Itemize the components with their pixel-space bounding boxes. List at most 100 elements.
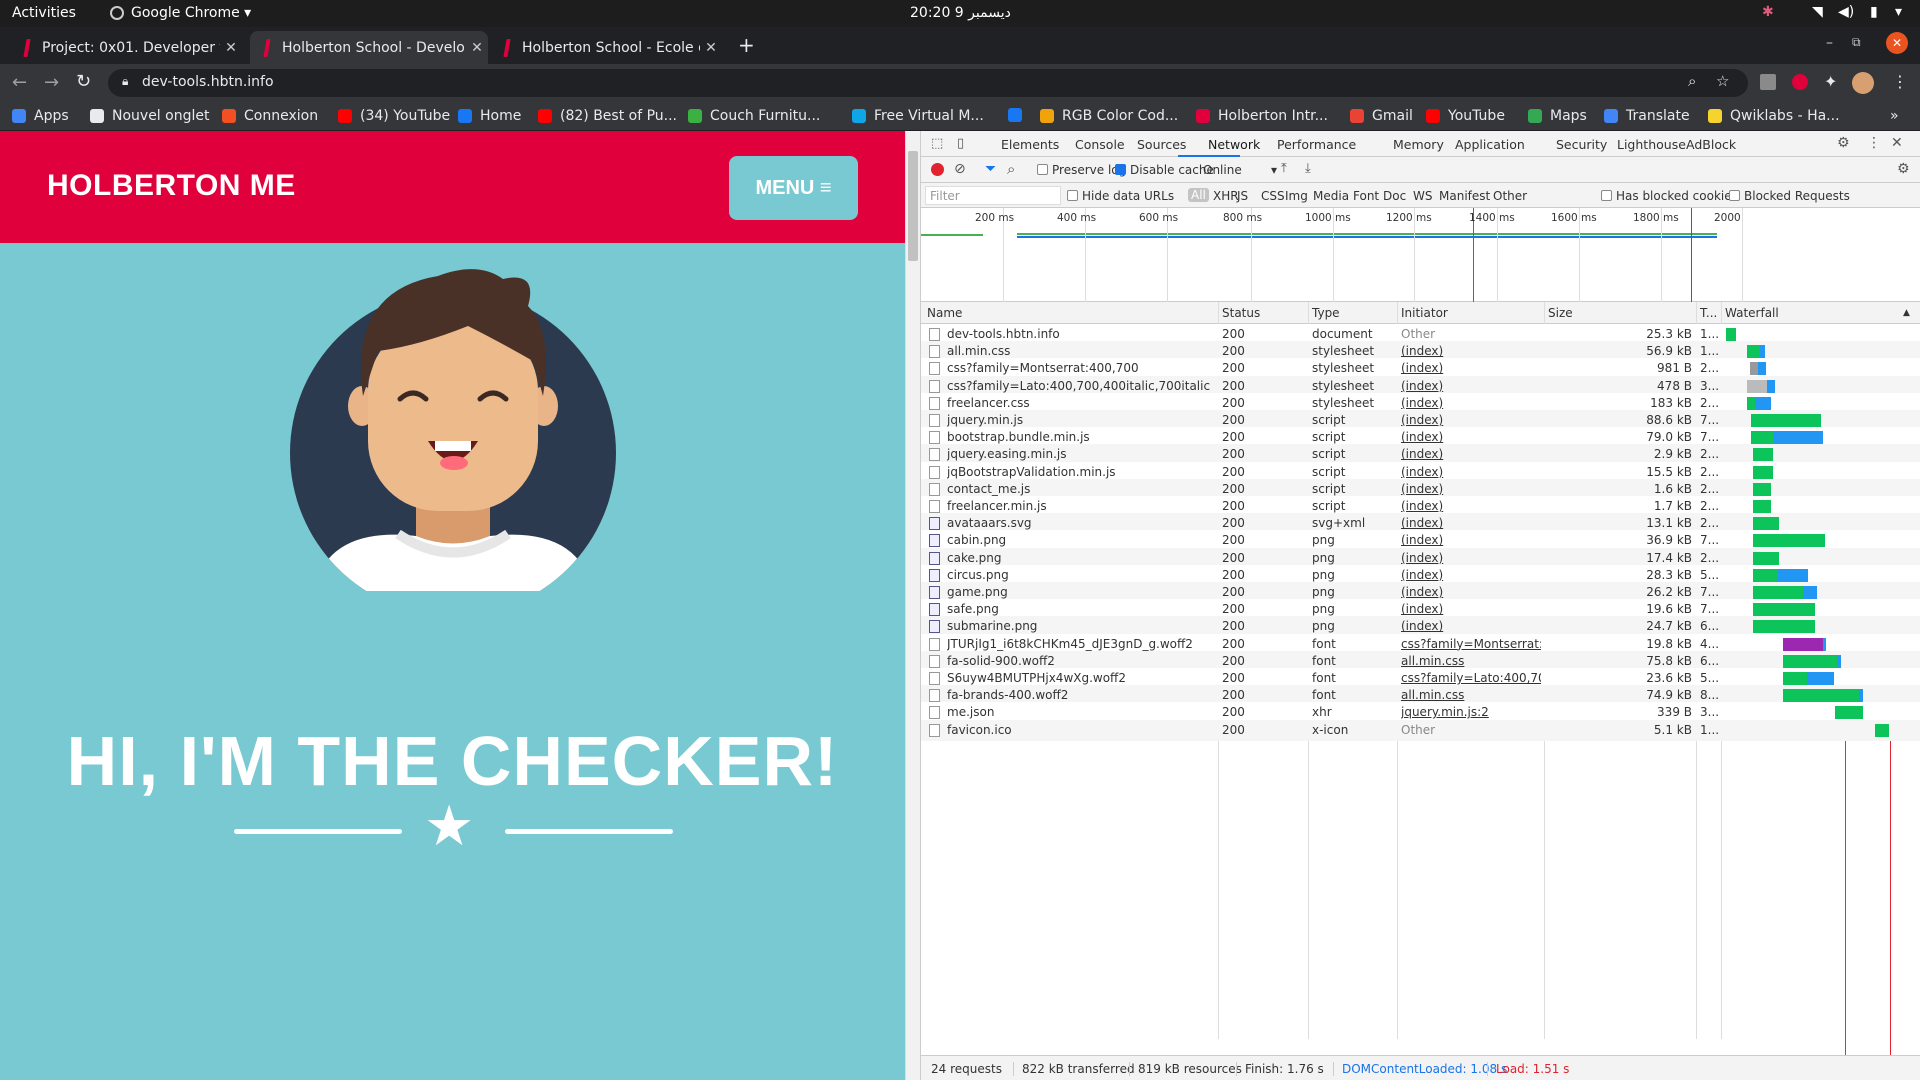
waterfall-bar[interactable] [1753, 551, 1779, 565]
export-har-icon[interactable]: ⤓ [1305, 161, 1311, 176]
battery-icon[interactable]: ▮ [1870, 4, 1878, 20]
close-tab-icon[interactable]: ✕ [220, 40, 242, 56]
more-options-icon[interactable]: ⋮ [1867, 135, 1881, 151]
back-button[interactable]: ← [12, 72, 27, 93]
devtools-tab-application[interactable]: Application [1455, 137, 1525, 152]
col-type[interactable]: Type [1312, 306, 1340, 320]
bookmark-item[interactable]: Nouvel onglet [90, 108, 209, 124]
filter-type-xhr[interactable]: XHR [1213, 189, 1239, 203]
throttle-select[interactable]: Online ▾ [1203, 163, 1283, 177]
waterfall-bar[interactable] [1753, 603, 1815, 617]
waterfall-bar[interactable] [1783, 637, 1823, 651]
devtools-tab-security[interactable]: Security [1556, 137, 1607, 152]
page-scrollbar[interactable] [905, 131, 920, 1080]
cell-initiator[interactable]: (index) [1401, 344, 1541, 358]
network-settings-icon[interactable]: ⚙ [1897, 161, 1910, 177]
waterfall-bar[interactable] [1747, 379, 1767, 393]
new-tab-button[interactable]: + [738, 33, 755, 57]
bookmark-item[interactable]: Connexion [222, 108, 318, 124]
menu-button[interactable]: MENU ≡ [729, 156, 858, 220]
waterfall-bar[interactable] [1753, 448, 1773, 462]
omnibox[interactable]: 🔒︎ dev-tools.hbtn.info ⌕ ☆ [108, 69, 1748, 97]
filter-type-all[interactable]: All [1188, 188, 1209, 202]
waterfall-bar[interactable] [1753, 586, 1803, 599]
slack-tray-icon[interactable]: ✱ [1762, 4, 1774, 20]
waterfall-bar[interactable] [1835, 706, 1863, 720]
cell-initiator[interactable]: (index) [1401, 568, 1541, 582]
devtools-tab-memory[interactable]: Memory [1393, 137, 1444, 152]
bookmark-item[interactable]: Apps [12, 108, 69, 124]
waterfall-bar[interactable] [1753, 534, 1825, 548]
zoom-icon[interactable]: ⌕ [1688, 72, 1696, 90]
bookmark-item[interactable]: Qwiklabs - Ha... [1708, 108, 1840, 124]
col-name[interactable]: Name [927, 306, 962, 320]
checkbox-box[interactable] [1115, 164, 1126, 175]
filter-type-other[interactable]: Other [1493, 189, 1527, 203]
cell-initiator[interactable]: (index) [1401, 516, 1541, 530]
hide-data-urls-checkbox[interactable]: Hide data URLs [1067, 189, 1174, 203]
devtools-tab-lighthouse[interactable]: Lighthouse [1617, 137, 1686, 152]
bookmarks-overflow-icon[interactable]: » [1890, 108, 1899, 124]
waterfall-bar[interactable] [1783, 654, 1837, 668]
blocked-requests-checkbox[interactable]: Blocked Requests [1729, 189, 1850, 203]
waterfall-bar[interactable] [1751, 414, 1821, 427]
waterfall-bar[interactable] [1753, 568, 1778, 582]
devtools-tab-elements[interactable]: Elements [1001, 137, 1059, 152]
cell-initiator[interactable]: all.min.css [1401, 654, 1541, 668]
cell-initiator[interactable]: jquery.min.js:2 [1401, 705, 1541, 719]
cell-initiator[interactable]: (index) [1401, 379, 1541, 393]
close-tab-icon[interactable]: ✕ [466, 40, 488, 56]
cell-initiator[interactable]: (index) [1401, 396, 1541, 410]
col-initiator[interactable]: Initiator [1401, 306, 1448, 320]
waterfall-bar[interactable] [1747, 345, 1760, 359]
col-time[interactable]: T... [1700, 306, 1717, 320]
bookmark-item[interactable]: (34) YouTube [338, 108, 450, 124]
app-menu[interactable]: Google Chrome ▾ [131, 5, 251, 21]
checkbox-box[interactable] [1601, 190, 1612, 201]
settings-gear-icon[interactable]: ⚙ [1837, 135, 1850, 151]
preserve-log-checkbox[interactable]: Preserve log [1037, 163, 1126, 177]
cell-initiator[interactable]: (index) [1401, 465, 1541, 479]
waterfall-bar[interactable] [1753, 482, 1771, 496]
bookmark-item[interactable]: RGB Color Cod... [1040, 108, 1178, 124]
filter-type-doc[interactable]: Doc [1383, 189, 1406, 203]
activities-button[interactable]: Activities [12, 5, 76, 21]
tab-holberton-ecole[interactable]: Holberton School - Ecole d ✕ [490, 31, 722, 64]
waterfall-bar[interactable] [1753, 500, 1771, 513]
waterfall-bar[interactable] [1747, 396, 1755, 410]
blocked-cookies-checkbox[interactable]: Has blocked cookies [1601, 189, 1738, 203]
cell-initiator[interactable]: (index) [1401, 533, 1541, 547]
cell-initiator[interactable]: (index) [1401, 551, 1541, 565]
waterfall-bar[interactable] [1783, 672, 1807, 685]
bookmark-item[interactable]: Free Virtual M... [852, 108, 984, 124]
devtools-tab-sources[interactable]: Sources [1137, 137, 1186, 152]
tab-holberton-dev[interactable]: Holberton School - Develo ✕ [250, 31, 488, 64]
filter-type-media[interactable]: Media [1313, 189, 1349, 203]
bookmark-star-icon[interactable]: ☆ [1716, 72, 1729, 90]
cell-initiator[interactable]: (index) [1401, 361, 1541, 375]
bookmark-item[interactable] [1008, 108, 1030, 122]
checkbox-box[interactable] [1037, 164, 1048, 175]
devtools-tab-adblock[interactable]: AdBlock [1686, 137, 1736, 152]
col-size[interactable]: Size [1548, 306, 1573, 320]
cell-initiator[interactable]: css?family=Montserrat:... [1401, 637, 1541, 651]
waterfall-bar[interactable] [1726, 328, 1736, 341]
volume-icon[interactable]: ◀) [1838, 4, 1854, 20]
minimize-button[interactable]: – [1826, 35, 1833, 51]
close-window-button[interactable]: ✕ [1886, 32, 1908, 54]
filter-type-js[interactable]: JS [1237, 189, 1248, 203]
checkbox-box[interactable] [1067, 190, 1078, 201]
bookmark-item[interactable]: Translate [1604, 108, 1690, 124]
record-icon[interactable] [931, 163, 944, 176]
system-menu-icon[interactable]: ▾ [1895, 4, 1902, 20]
network-overview[interactable]: 200 ms 400 ms 600 ms 800 ms 1000 ms 1200 ms 14… [921, 208, 1920, 302]
filter-icon[interactable]: ⏷ [985, 161, 996, 177]
facebook-extension-icon[interactable] [1760, 74, 1776, 90]
bookmark-item[interactable]: Holberton Intr... [1196, 108, 1328, 124]
adblock-extension-icon[interactable] [1792, 74, 1808, 90]
forward-button[interactable]: → [44, 72, 59, 93]
cell-initiator[interactable]: (index) [1401, 619, 1541, 633]
brand-logo[interactable]: HOLBERTON ME [47, 169, 296, 203]
waterfall-bar[interactable] [1753, 517, 1779, 531]
checkbox-box[interactable] [1729, 190, 1740, 201]
